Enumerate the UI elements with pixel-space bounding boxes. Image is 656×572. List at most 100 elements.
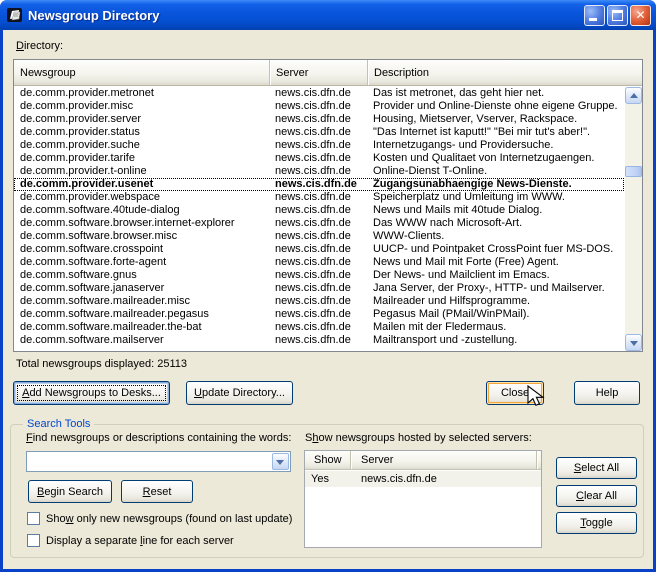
chevron-down-icon (276, 460, 284, 465)
table-row[interactable]: de.comm.software.mailservernews.cis.dfn.… (14, 334, 624, 347)
table-row[interactable]: de.comm.provider.suchenews.cis.dfn.deInt… (14, 139, 624, 152)
scrollbar-thumb[interactable] (625, 166, 642, 177)
show-only-new-checkbox[interactable] (27, 512, 40, 525)
window-controls: ✕ (584, 5, 651, 26)
combo-dropdown-button[interactable] (272, 453, 289, 470)
select-all-label: Select All (574, 462, 619, 474)
cell: News und Mails mit 40tude Dialog. (368, 204, 624, 217)
cell: news.cis.dfn.de (351, 471, 541, 487)
vertical-scrollbar[interactable] (625, 87, 642, 351)
select-all-button[interactable]: Select All (556, 457, 637, 479)
close-window-button[interactable]: ✕ (630, 5, 651, 26)
reset-label: Reset (143, 486, 172, 498)
scroll-up-button[interactable] (625, 87, 642, 104)
table-row[interactable]: de.comm.provider.t-onlinenews.cis.dfn.de… (14, 165, 624, 178)
cell: news.cis.dfn.de (270, 217, 368, 230)
table-row[interactable]: de.comm.software.40tude-dialognews.cis.d… (14, 204, 624, 217)
scroll-down-button[interactable] (625, 334, 642, 351)
newsgroup-app-icon (6, 6, 24, 24)
scroll-up-icon (630, 93, 638, 98)
column-header-description[interactable]: Description (368, 60, 642, 85)
cell: de.comm.software.mailreader.the-bat (14, 321, 270, 334)
cell: news.cis.dfn.de (270, 191, 368, 204)
help-button[interactable]: Help (574, 381, 640, 405)
table-row[interactable]: de.comm.software.gnusnews.cis.dfn.deDer … (14, 269, 624, 282)
table-row[interactable]: de.comm.software.mailreader.miscnews.cis… (14, 295, 624, 308)
table-row[interactable]: de.comm.provider.webspacenews.cis.dfn.de… (14, 191, 624, 204)
table-row[interactable]: de.comm.software.forte-agentnews.cis.dfn… (14, 256, 624, 269)
add-newsgroups-label: Add Newsgroups to Desks... (22, 387, 161, 399)
begin-search-button[interactable]: Begin Search (28, 480, 112, 503)
cell: de.comm.provider.t-online (14, 165, 270, 178)
close-button[interactable]: Close (486, 381, 544, 405)
cell: Yes (305, 471, 351, 487)
table-row[interactable]: de.comm.provider.servernews.cis.dfn.deHo… (14, 113, 624, 126)
table-row[interactable]: de.comm.provider.metronetnews.cis.dfn.de… (14, 87, 624, 100)
cell: Kosten und Qualitaet von Internetzugaeng… (368, 152, 624, 165)
directory-label: Directory: (16, 40, 63, 52)
cell: Speicherplatz und Umleitung im WWW. (368, 191, 624, 204)
table-row[interactable]: de.comm.software.mailreader.pegasusnews.… (14, 308, 624, 321)
cell: de.comm.software.mailreader.misc (14, 295, 270, 308)
table-row[interactable]: de.comm.software.crosspointnews.cis.dfn.… (14, 243, 624, 256)
toggle-button[interactable]: Toggle (556, 512, 637, 534)
column-header-server2[interactable]: Server (351, 451, 537, 469)
clear-all-button[interactable]: Clear All (556, 485, 637, 507)
table-row[interactable]: de.comm.software.browser.miscnews.cis.df… (14, 230, 624, 243)
minimize-icon (589, 18, 597, 21)
separate-line-label: Display a separate line for each server (46, 535, 234, 547)
title-bar[interactable]: Newsgroup Directory ✕ (0, 0, 656, 30)
table-row[interactable]: de.comm.provider.miscnews.cis.dfn.deProv… (14, 100, 624, 113)
cell: news.cis.dfn.de (270, 165, 368, 178)
cell: de.comm.software.janaserver (14, 282, 270, 295)
column-header-show[interactable]: Show (305, 451, 351, 469)
cell: de.comm.provider.status (14, 126, 270, 139)
cell: news.cis.dfn.de (270, 230, 368, 243)
cell: Jana Server, der Proxy-, HTTP- und Mails… (368, 282, 624, 295)
cell: de.comm.provider.metronet (14, 87, 270, 100)
cell: news.cis.dfn.de (270, 204, 368, 217)
cell: Mailreader und Hilfsprogramme. (368, 295, 624, 308)
cell: Der News- und Mailclient im Emacs. (368, 269, 624, 282)
clear-all-label: Clear All (576, 490, 617, 502)
cell: News und Mail mit Forte (Free) Agent. (368, 256, 624, 269)
cell: UUCP- und Pointpaket CrossPoint fuer MS-… (368, 243, 624, 256)
maximize-button[interactable] (607, 5, 628, 26)
update-directory-button[interactable]: Update Directory... (186, 381, 293, 405)
cell: de.comm.software.browser.internet-explor… (14, 217, 270, 230)
cell: WWW-Clients. (368, 230, 624, 243)
table-row[interactable]: de.comm.software.janaservernews.cis.dfn.… (14, 282, 624, 295)
separate-line-checkbox[interactable] (27, 534, 40, 547)
reset-button[interactable]: Reset (121, 480, 193, 503)
table-row[interactable]: de.comm.software.browser.internet-explor… (14, 217, 624, 230)
cell: news.cis.dfn.de (270, 113, 368, 126)
show-only-new-checkbox-row: Show only new newsgroups (found on last … (27, 512, 292, 525)
cell: de.comm.software.40tude-dialog (14, 204, 270, 217)
cell: Online-Dienst T-Online. (368, 165, 624, 178)
newsgroup-directory-window: Newsgroup Directory ✕ Directory: Newsgro… (0, 0, 656, 572)
cell: news.cis.dfn.de (270, 87, 368, 100)
cell: Das ist metronet, das geht hier net. (368, 87, 624, 100)
server-row[interactable]: Yesnews.cis.dfn.de (305, 471, 541, 487)
table-row[interactable]: de.comm.provider.usenetnews.cis.dfn.deZu… (14, 178, 624, 191)
table-row[interactable]: de.comm.provider.statusnews.cis.dfn.de"D… (14, 126, 624, 139)
table-row[interactable]: de.comm.provider.tarifenews.cis.dfn.deKo… (14, 152, 624, 165)
newsgroup-listview: Newsgroup Server Description de.comm.pro… (13, 59, 643, 352)
add-newsgroups-button[interactable]: Add Newsgroups to Desks... (13, 381, 170, 405)
newsgroup-list: de.comm.provider.metronetnews.cis.dfn.de… (14, 87, 624, 351)
total-newsgroups-label: Total newsgroups displayed: 25113 (16, 358, 187, 370)
maximize-icon (612, 10, 623, 21)
cell: news.cis.dfn.de (270, 178, 368, 191)
servers-list: Yesnews.cis.dfn.de (305, 471, 541, 547)
separate-line-checkbox-row: Display a separate line for each server (27, 534, 234, 547)
servers-listview: Show Server Yesnews.cis.dfn.de (304, 450, 542, 548)
cell: de.comm.software.browser.misc (14, 230, 270, 243)
search-words-input[interactable] (28, 453, 272, 470)
cell: news.cis.dfn.de (270, 243, 368, 256)
cell: news.cis.dfn.de (270, 256, 368, 269)
cell: news.cis.dfn.de (270, 139, 368, 152)
column-header-server[interactable]: Server (270, 60, 368, 85)
table-row[interactable]: de.comm.software.mailreader.the-batnews.… (14, 321, 624, 334)
column-header-newsgroup[interactable]: Newsgroup (14, 60, 270, 85)
minimize-button[interactable] (584, 5, 605, 26)
